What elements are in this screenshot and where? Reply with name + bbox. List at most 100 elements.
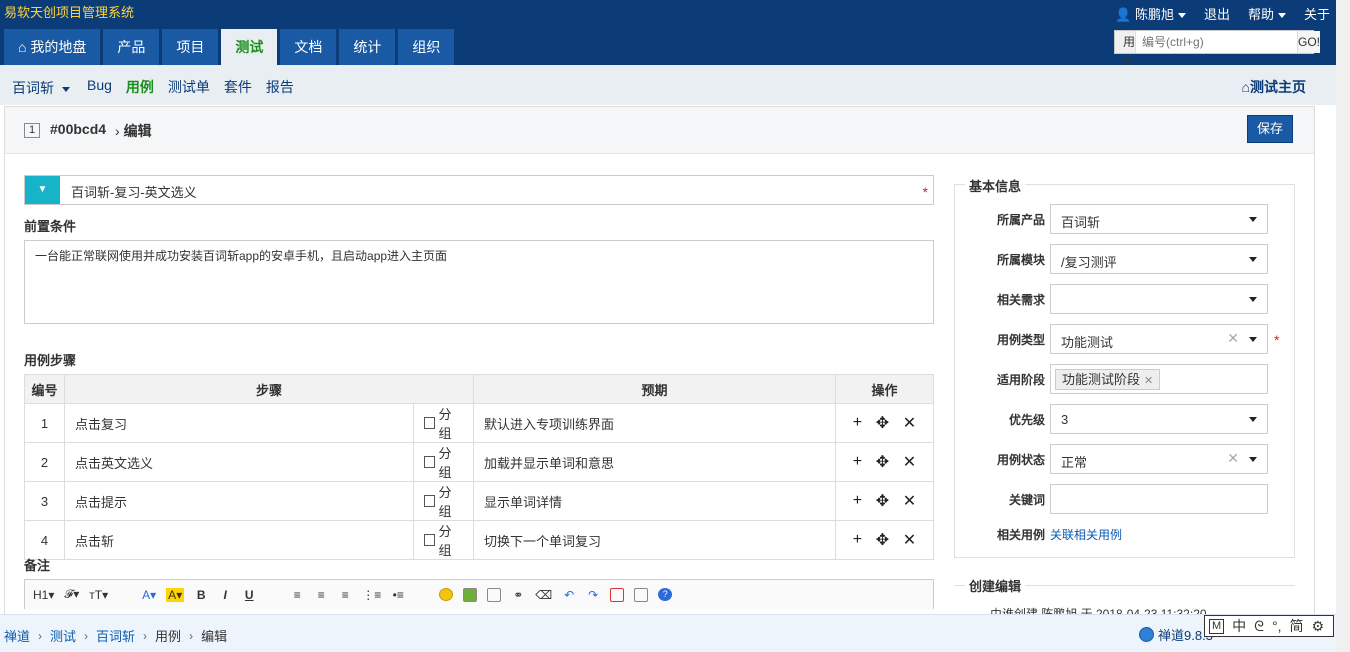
group-checkbox[interactable]: 分组 — [424, 482, 463, 520]
search-input[interactable] — [1136, 31, 1298, 53]
move-icon[interactable]: ✥ — [876, 452, 889, 472]
crumb-zentao[interactable]: 禅道 — [4, 626, 30, 645]
eraser-icon[interactable]: ⌫ — [535, 588, 552, 602]
nav-tab-test[interactable]: 测试 — [221, 29, 278, 65]
about-link[interactable]: 关于 — [1304, 4, 1330, 23]
plus-icon[interactable]: + — [853, 453, 862, 471]
search-type-select[interactable]: 用例 — [1115, 31, 1137, 90]
type-select[interactable]: 功能测试 ✕ — [1050, 324, 1268, 354]
highlight-button[interactable]: A▾ — [166, 587, 185, 602]
subnav-bug[interactable]: Bug — [87, 77, 112, 97]
heading-button[interactable]: H1▾ — [33, 588, 54, 602]
stage-multiselect[interactable]: 功能测试阶段 ✕ — [1050, 364, 1268, 394]
crumb-test[interactable]: 测试 — [50, 626, 76, 645]
search-go-button[interactable]: GO! — [1297, 31, 1321, 53]
plus-icon[interactable]: + — [853, 414, 862, 432]
close-icon[interactable]: ✕ — [903, 530, 916, 550]
group-checkbox[interactable]: 分组 — [424, 404, 463, 442]
nav-tab-product[interactable]: 产品 — [103, 29, 160, 65]
close-icon[interactable]: ✕ — [903, 452, 916, 472]
ime-mode[interactable]: M — [1209, 618, 1225, 634]
move-icon[interactable]: ✥ — [876, 413, 889, 433]
font-size-button[interactable]: тT▾ — [89, 588, 108, 602]
source-icon[interactable] — [634, 587, 649, 602]
undo-icon[interactable]: ↶ — [562, 588, 576, 602]
priority-select[interactable]: 3 — [1050, 404, 1268, 434]
product-switcher[interactable]: 百词斩 — [12, 78, 70, 98]
module-select[interactable]: /复习测评 — [1050, 244, 1268, 274]
user-menu[interactable]: 👤 陈鹏旭 — [1115, 4, 1186, 23]
code-icon[interactable] — [487, 587, 502, 602]
story-select[interactable] — [1050, 284, 1268, 314]
ime-punct[interactable]: °, — [1272, 618, 1282, 634]
close-icon[interactable]: ✕ — [903, 491, 916, 511]
logout-link[interactable]: 退出 — [1204, 4, 1230, 23]
bold-button[interactable]: B — [194, 588, 208, 602]
subnav-testtask[interactable]: 测试单 — [168, 77, 210, 97]
align-left-icon[interactable]: ≡ — [290, 588, 304, 602]
step-input[interactable]: 点击复习 — [64, 403, 414, 443]
ordered-list-icon[interactable]: ⋮≡ — [362, 588, 381, 602]
font-family-button[interactable]: 𝓕▾ — [64, 587, 79, 602]
save-button[interactable]: 保存 — [1247, 115, 1293, 143]
help-icon[interactable]: ? — [658, 588, 673, 601]
checkbox-icon — [424, 534, 436, 546]
align-right-icon[interactable]: ≡ — [338, 588, 352, 602]
status-select[interactable]: 正常 ✕ — [1050, 444, 1268, 474]
help-menu[interactable]: 帮助 — [1248, 4, 1286, 23]
nav-tab-doc[interactable]: 文档 — [280, 29, 337, 65]
close-icon[interactable]: ✕ — [903, 413, 916, 433]
basic-info-title: 基本信息 — [965, 176, 1026, 195]
unordered-list-icon[interactable]: •≡ — [391, 588, 405, 602]
move-icon[interactable]: ✥ — [876, 530, 889, 550]
subnav-report[interactable]: 报告 — [266, 77, 294, 97]
subnav-suite[interactable]: 套件 — [224, 77, 252, 97]
fullscreen-icon[interactable] — [610, 587, 625, 602]
nav-tab-company[interactable]: 组织 — [398, 29, 455, 65]
ime-chinese[interactable]: 中 — [1232, 616, 1246, 636]
title-color-dropdown[interactable]: ▼ — [25, 176, 60, 204]
step-input[interactable]: 点击英文选义 — [64, 442, 414, 482]
clear-icon[interactable]: ✕ — [1227, 450, 1239, 467]
ime-moon-icon[interactable]: ᘓ — [1254, 618, 1264, 635]
page-scrollbar[interactable] — [1336, 0, 1350, 652]
group-checkbox[interactable]: 分组 — [424, 443, 463, 481]
align-center-icon[interactable]: ≡ — [314, 588, 328, 602]
expect-input[interactable]: 显示单词详情 — [473, 481, 836, 521]
nav-tab-report[interactable]: 统计 — [339, 29, 396, 65]
group-checkbox[interactable]: 分组 — [424, 521, 463, 559]
ime-settings-icon[interactable]: ⚙ — [1312, 618, 1325, 635]
keywords-input[interactable] — [1050, 484, 1268, 514]
actions-cell: + ✥ ✕ — [835, 481, 934, 521]
expect-input[interactable]: 切换下一个单词复习 — [473, 520, 836, 560]
expect-input[interactable]: 加载并显示单词和意思 — [473, 442, 836, 482]
step-num: 4 — [24, 520, 65, 560]
nav-tab-my[interactable]: ⌂ 我的地盘 — [4, 29, 101, 65]
image-icon[interactable] — [463, 587, 478, 602]
nav-tab-project[interactable]: 项目 — [162, 29, 219, 65]
case-title-input[interactable]: 百词斩-复习-英文选义 — [71, 182, 197, 201]
subnav-case[interactable]: 用例 — [126, 77, 154, 97]
redo-icon[interactable]: ↷ — [586, 588, 600, 602]
link-icon[interactable]: ⚭ — [511, 588, 525, 602]
version-link[interactable]: 禅道9.8.3 — [1139, 625, 1213, 644]
expect-input[interactable]: 默认进入专项训练界面 — [473, 403, 836, 443]
crumb-edit: 编辑 — [201, 629, 228, 644]
emoji-icon[interactable] — [439, 588, 454, 601]
plus-icon[interactable]: + — [853, 492, 862, 510]
precondition-textarea[interactable]: 一台能正常联网使用并成功安装百词斩app的安卓手机，且启动app进入主页面 — [24, 240, 934, 324]
clear-icon[interactable]: ✕ — [1227, 330, 1239, 347]
crumb-product[interactable]: 百词斩 — [96, 626, 135, 645]
underline-button[interactable]: U — [242, 588, 256, 602]
product-select[interactable]: 百词斩 — [1050, 204, 1268, 234]
step-input[interactable]: 点击斩 — [64, 520, 414, 560]
italic-button[interactable]: I — [218, 588, 232, 602]
plus-icon[interactable]: + — [853, 531, 862, 549]
remove-chip-icon[interactable]: ✕ — [1144, 375, 1153, 387]
font-color-button[interactable]: A▾ — [142, 588, 156, 602]
link-cases-link[interactable]: 关联相关用例 — [1050, 526, 1122, 543]
move-icon[interactable]: ✥ — [876, 491, 889, 511]
ime-simplified[interactable]: 简 — [1290, 616, 1304, 636]
step-input[interactable]: 点击提示 — [64, 481, 414, 521]
test-home-link[interactable]: ⌂测试主页 — [1242, 77, 1306, 97]
